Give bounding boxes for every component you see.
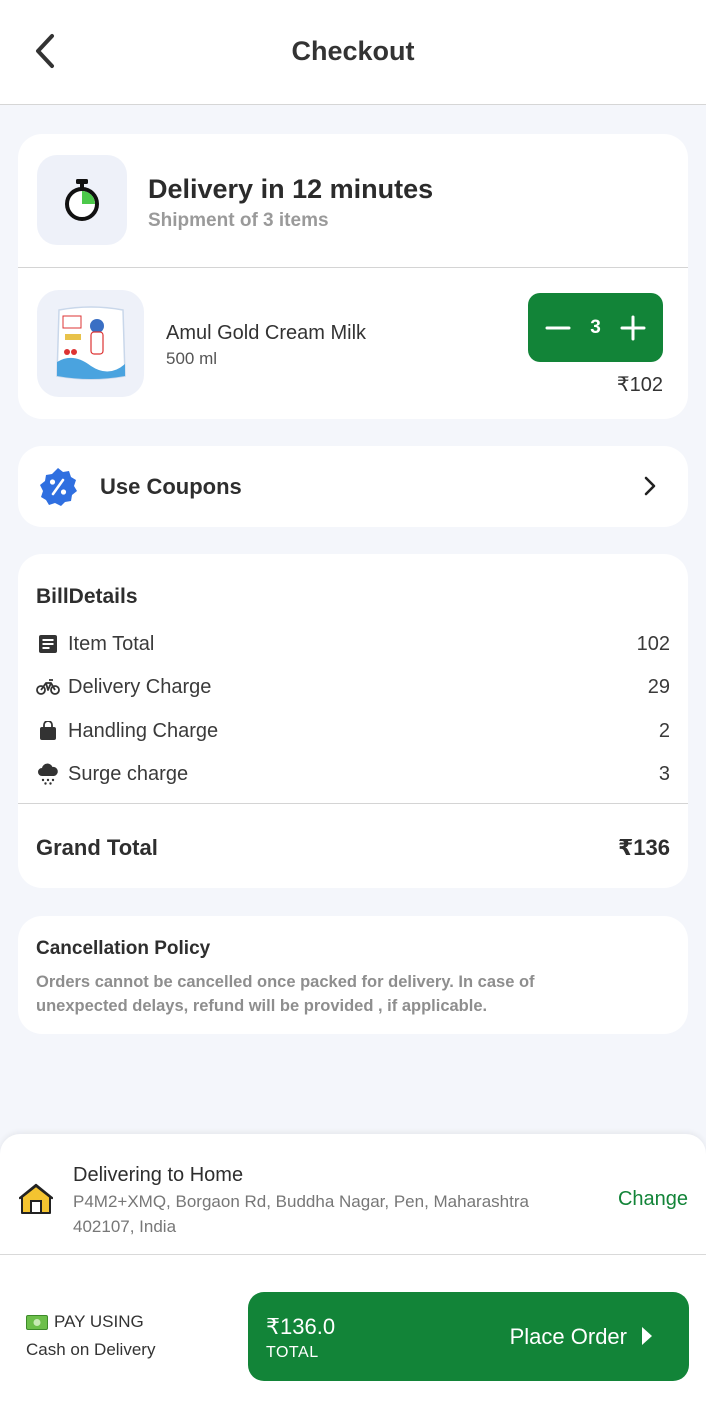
grand-total-label: Grand Total: [36, 835, 158, 860]
delivery-address: P4M2+XMQ, Borgaon Rd, Buddha Nagar, Pen,…: [73, 1192, 529, 1236]
pay-using-label: PAY USING: [54, 1312, 144, 1331]
use-coupons-row[interactable]: Use Coupons: [18, 446, 688, 527]
place-order-label: Place Order: [509, 1324, 627, 1349]
bill-row-value: 2: [658, 719, 670, 742]
bag-icon: [36, 719, 60, 743]
bill-details-card: BillDetails Item Total 102 Delivery Char…: [18, 554, 688, 888]
increase-button[interactable]: [618, 313, 648, 343]
divider: [18, 267, 688, 268]
payment-method[interactable]: Cash on Delivery: [26, 1340, 155, 1360]
bill-row-value: 102: [636, 632, 670, 655]
bike-icon: [36, 675, 60, 699]
checkout-bottom-sheet: Delivering to Home P4M2+XMQ, Borgaon Rd,…: [0, 1134, 706, 1410]
grand-total-value: ₹136: [617, 835, 670, 860]
bill-row-item-total: Item Total 102: [36, 630, 670, 658]
pay-using-selector[interactable]: PAY USING: [26, 1312, 144, 1332]
stopwatch-icon: [65, 179, 99, 221]
product-size: 500 ml: [166, 349, 218, 368]
caret-right-icon: [642, 1327, 652, 1345]
discount-badge-icon: [40, 468, 77, 506]
product-price: ₹102: [616, 374, 663, 396]
bill-row-handling-charge: Handling Charge 2: [36, 717, 670, 745]
policy-title: Cancellation Policy: [36, 938, 211, 959]
receipt-icon: [36, 632, 60, 656]
delivery-eta-title: Delivery in 12 minutes: [148, 174, 434, 204]
use-coupons-label: Use Coupons: [100, 474, 242, 499]
order-total-label: TOTAL: [266, 1344, 319, 1361]
shipment-subtitle: Shipment of 3 items: [148, 210, 329, 231]
bill-row-value: 29: [647, 675, 670, 698]
timer-icon-box: [37, 155, 127, 245]
bill-row-label: Delivery Charge: [68, 675, 212, 698]
bill-row-label: Handling Charge: [68, 719, 219, 742]
order-total-amount: ₹136.0: [266, 1314, 336, 1339]
rain-cloud-icon: [36, 762, 60, 786]
bill-row-delivery-charge: Delivery Charge 29: [36, 673, 670, 701]
policy-text: Orders cannot be cancelled once packed f…: [36, 973, 535, 1015]
milk-packet-image: [55, 305, 126, 380]
quantity-stepper: 3: [528, 293, 663, 362]
divider: [18, 803, 688, 804]
chevron-right-icon: [644, 476, 656, 496]
header: Checkout: [0, 0, 706, 105]
home-icon: [19, 1183, 53, 1214]
quantity-count: 3: [590, 316, 601, 338]
delivery-card: Delivery in 12 minutes Shipment of 3 ite…: [18, 134, 688, 419]
delivering-to-title: Delivering to Home: [73, 1164, 244, 1186]
bill-row-label: Item Total: [68, 632, 155, 655]
bill-details-title: BillDetails: [36, 585, 138, 608]
plus-icon: [620, 315, 646, 340]
cancellation-policy-card: Cancellation Policy Orders cannot be can…: [18, 916, 688, 1034]
product-thumbnail[interactable]: [37, 290, 144, 397]
page-title: Checkout: [291, 36, 415, 66]
bill-row-surge-charge: Surge charge 3: [36, 760, 670, 788]
bill-row-label: Surge charge: [68, 762, 189, 785]
divider: [0, 1254, 706, 1255]
cash-icon: [26, 1314, 48, 1330]
minus-icon: [545, 326, 571, 329]
product-name: Amul Gold Cream Milk: [166, 322, 367, 344]
change-address-link[interactable]: Change: [618, 1188, 688, 1211]
decrease-button[interactable]: [543, 313, 573, 343]
bill-row-value: 3: [658, 762, 670, 785]
place-order-button[interactable]: ₹136.0 TOTAL Place Order: [248, 1292, 689, 1381]
